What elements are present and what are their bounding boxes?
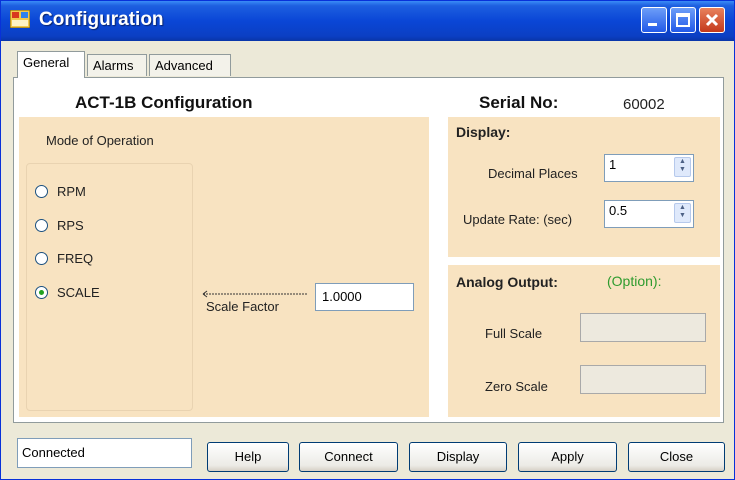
tab-advanced[interactable]: Advanced (149, 54, 231, 76)
mode-radio-group (26, 163, 193, 411)
tab-general[interactable]: General (17, 51, 85, 78)
minimize-icon (648, 23, 657, 26)
update-rate-value: 0.5 (609, 203, 628, 218)
close-icon (705, 13, 719, 27)
analog-output-title: Analog Output: (456, 274, 558, 290)
page-title: ACT-1B Configuration (75, 93, 253, 112)
update-rate-label: Update Rate: (sec) (463, 212, 573, 227)
scale-factor-input[interactable]: 1.0000 (315, 283, 414, 311)
radio-rpm[interactable] (35, 185, 48, 198)
connection-status-field: Connected (17, 438, 192, 468)
serial-number-label: Serial No: (479, 93, 559, 112)
serial-number-value: 60002 (623, 96, 665, 113)
config-app-icon (10, 10, 30, 28)
title-bar[interactable]: Configuration (1, 1, 734, 41)
decimal-places-label: Decimal Places (488, 166, 578, 181)
decimal-places-stepper[interactable]: 1 ▲ ▼ (604, 154, 694, 182)
radio-rpm-label[interactable]: RPM (57, 184, 86, 199)
scale-factor-arrow-icon (202, 290, 308, 298)
radio-rps-label[interactable]: RPS (57, 218, 84, 233)
close-button[interactable]: Close (628, 442, 725, 472)
display-button[interactable]: Display (409, 442, 507, 472)
full-scale-label: Full Scale (485, 326, 543, 341)
radio-scale[interactable] (35, 286, 48, 299)
window-title: Configuration (39, 9, 164, 30)
minimize-button[interactable] (641, 7, 667, 33)
tab-alarms[interactable]: Alarms (87, 54, 147, 76)
maximize-icon (676, 13, 690, 27)
zero-scale-input[interactable] (580, 365, 706, 394)
radio-selected-dot (39, 290, 44, 295)
close-window-button[interactable] (699, 7, 725, 33)
maximize-button[interactable] (670, 7, 696, 33)
radio-freq-label[interactable]: FREQ (57, 251, 93, 266)
radio-rps[interactable] (35, 219, 48, 232)
zero-scale-label: Zero Scale (485, 379, 548, 394)
update-rate-spin-icon[interactable]: ▲ ▼ (674, 203, 691, 223)
update-rate-stepper[interactable]: 0.5 ▲ ▼ (604, 200, 694, 228)
display-section-title: Display: (456, 124, 511, 140)
radio-freq[interactable] (35, 252, 48, 265)
decimal-places-value: 1 (609, 157, 617, 172)
decimal-places-spin-icon[interactable]: ▲ ▼ (674, 157, 691, 177)
radio-scale-label[interactable]: SCALE (57, 285, 100, 300)
analog-option-label: (Option): (607, 273, 662, 289)
full-scale-input[interactable] (580, 313, 706, 342)
configuration-window: Configuration General Alarms Advanced AC… (0, 0, 735, 480)
connect-button[interactable]: Connect (299, 442, 398, 472)
mode-of-operation-label: Mode of Operation (46, 133, 154, 148)
scale-factor-label: Scale Factor (206, 299, 279, 314)
apply-button[interactable]: Apply (518, 442, 617, 472)
help-button[interactable]: Help (207, 442, 289, 472)
